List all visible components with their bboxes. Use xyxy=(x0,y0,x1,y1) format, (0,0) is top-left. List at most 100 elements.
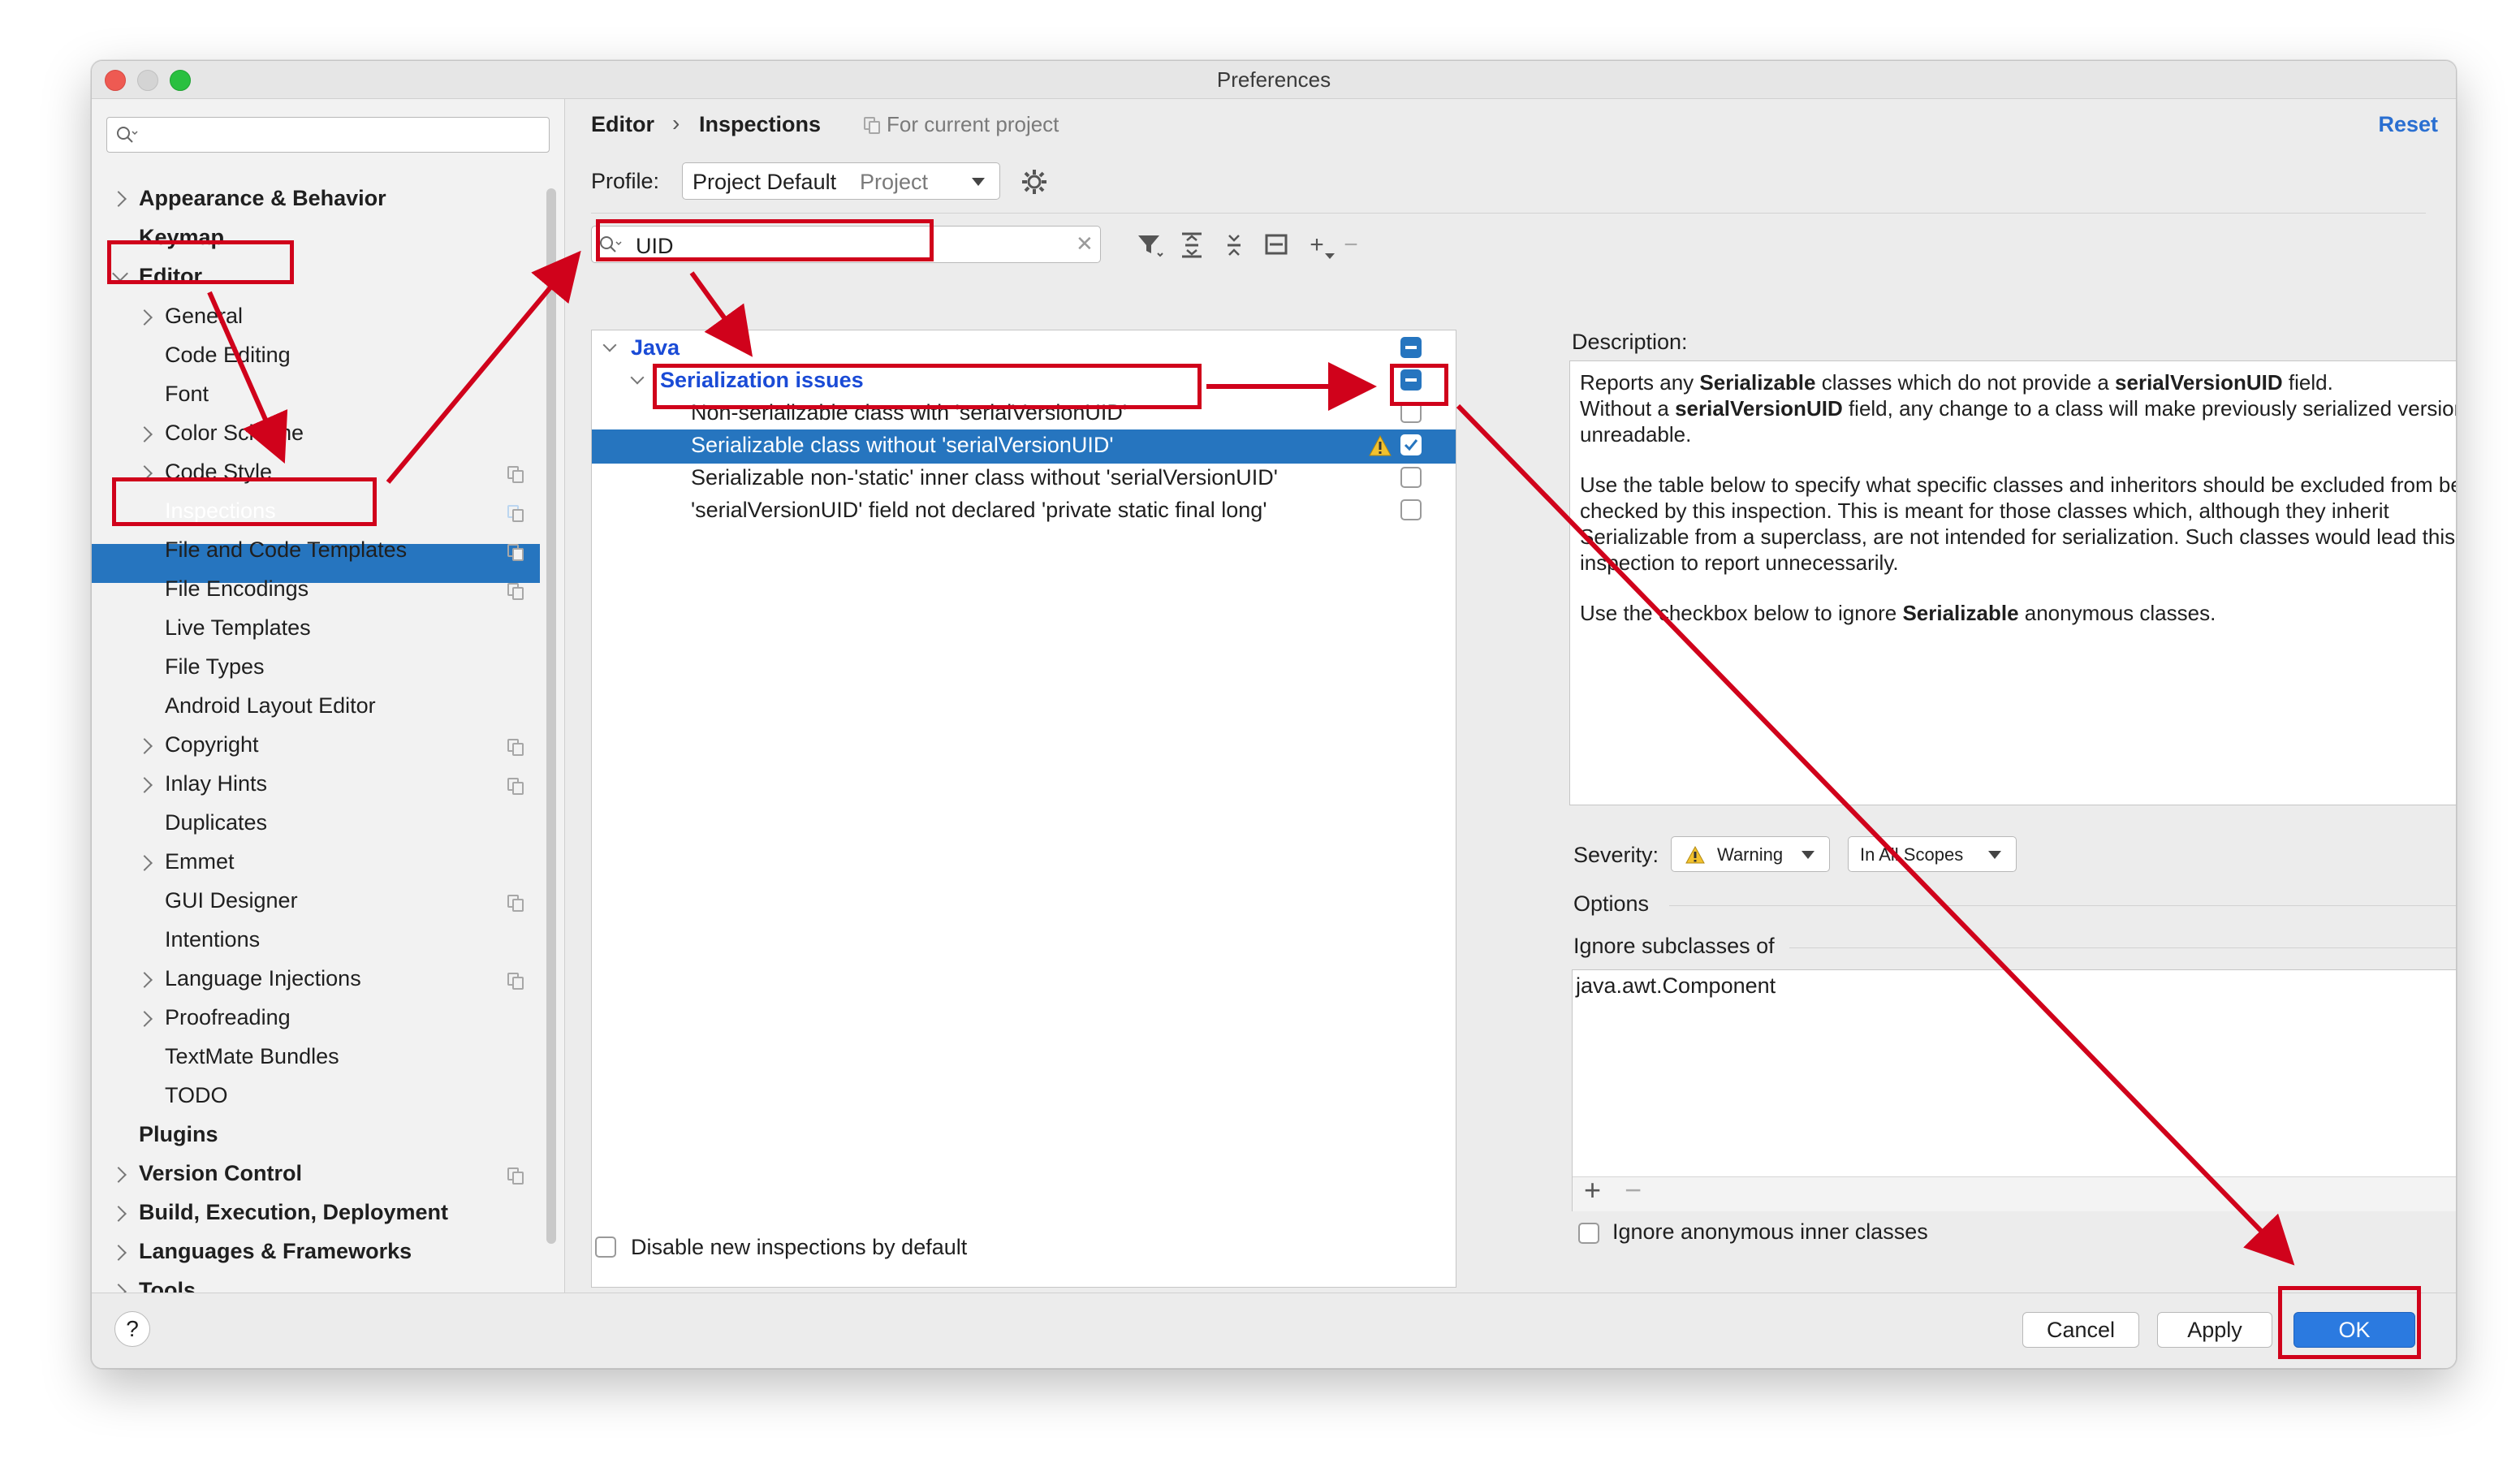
inspection-filter-input[interactable]: UID ✕ xyxy=(591,226,1101,263)
chevron-down-icon[interactable] xyxy=(602,338,617,352)
tree-node-serialization-issues[interactable]: Serialization issues xyxy=(660,368,864,393)
plus-icon[interactable]: + xyxy=(1584,1173,1601,1207)
sidebar-item-intentions[interactable]: Intentions xyxy=(165,921,260,957)
sidebar-item-version-control[interactable]: Version Control xyxy=(139,1155,302,1191)
sidebar-item-proofreading[interactable]: Proofreading xyxy=(165,999,291,1035)
sidebar-item-todo[interactable]: TODO xyxy=(165,1077,228,1113)
list-toolbar xyxy=(1573,1176,2456,1211)
search-icon xyxy=(117,127,138,143)
collapse-all-icon[interactable] xyxy=(1219,229,1249,261)
sidebar-search-input[interactable] xyxy=(106,117,550,153)
inspection-row-selected[interactable]: Serializable class without 'serialVersio… xyxy=(691,433,1114,458)
inspection-checkbox[interactable] xyxy=(1400,499,1422,520)
list-item[interactable]: java.awt.Component xyxy=(1576,973,1776,999)
description-label: Description: xyxy=(1572,330,1688,354)
chevron-right-icon[interactable] xyxy=(136,309,153,326)
sidebar-item-live-templates[interactable]: Live Templates xyxy=(165,610,311,645)
sidebar-item-code-style[interactable]: Code Style xyxy=(165,454,272,490)
chevron-down-icon[interactable] xyxy=(112,265,128,282)
disable-new-label[interactable]: Disable new inspections by default xyxy=(631,1235,967,1260)
sidebar-scrollbar[interactable] xyxy=(546,188,556,1244)
breadcrumb-editor[interactable]: Editor xyxy=(591,112,654,137)
chevron-right-icon[interactable] xyxy=(110,191,127,207)
profile-dropdown[interactable]: Project Default Project xyxy=(682,162,1000,200)
warning-icon xyxy=(1369,434,1392,456)
sidebar-item-inspections[interactable]: Inspections xyxy=(165,493,276,529)
sidebar-item-color-scheme[interactable]: Color Scheme xyxy=(165,415,304,451)
inspection-checkbox[interactable] xyxy=(1400,467,1422,488)
inspection-row[interactable]: Serializable non-'static' inner class wi… xyxy=(691,465,1278,490)
help-icon[interactable]: ? xyxy=(114,1311,150,1347)
copy-icon xyxy=(507,739,524,756)
sidebar-item-textmate-bundles[interactable]: TextMate Bundles xyxy=(165,1038,339,1074)
severity-dropdown[interactable]: Warning xyxy=(1671,836,1830,872)
apply-button[interactable]: Apply xyxy=(2157,1312,2272,1348)
inspection-row[interactable]: Non-serializable class with 'serialVersi… xyxy=(691,400,1127,425)
tree-node-java[interactable]: Java xyxy=(631,335,680,360)
chevron-right-icon[interactable] xyxy=(110,1206,127,1222)
sidebar-item-file-types[interactable]: File Types xyxy=(165,649,265,684)
chevron-right-icon[interactable] xyxy=(136,777,153,793)
sidebar-item-android-layout-editor[interactable]: Android Layout Editor xyxy=(165,688,376,723)
sidebar-item-code-editing[interactable]: Code Editing xyxy=(165,337,291,373)
profile-scope: Project xyxy=(860,170,929,194)
filter-icon[interactable] xyxy=(1133,229,1166,261)
sidebar-item-tools[interactable]: Tools xyxy=(139,1272,196,1293)
chevron-right-icon[interactable] xyxy=(136,426,153,442)
sidebar-item-gui-designer[interactable]: GUI Designer xyxy=(165,883,298,918)
reset-icon[interactable] xyxy=(1262,229,1291,261)
sidebar-item-copyright[interactable]: Copyright xyxy=(165,727,259,762)
disable-new-checkbox[interactable] xyxy=(595,1236,616,1258)
chevron-right-icon[interactable] xyxy=(136,465,153,481)
sidebar-item-emmet[interactable]: Emmet xyxy=(165,844,235,879)
sidebar-item-general[interactable]: General xyxy=(165,298,243,334)
sidebar-item-plugins[interactable]: Plugins xyxy=(139,1116,218,1152)
clear-icon[interactable]: ✕ xyxy=(1076,231,1094,257)
sidebar-item-build-execution-deployment[interactable]: Build, Execution, Deployment xyxy=(139,1194,448,1230)
filter-value: UID xyxy=(636,234,674,258)
serialization-mixed-checkbox[interactable] xyxy=(1400,369,1422,391)
expand-all-icon[interactable] xyxy=(1177,229,1206,261)
inspection-checkbox-checked[interactable] xyxy=(1400,434,1422,455)
warning-icon xyxy=(1685,845,1705,864)
chevron-right-icon[interactable] xyxy=(136,1011,153,1027)
sidebar-item-font[interactable]: Font xyxy=(165,376,209,412)
scope-note: For current project xyxy=(887,112,1059,136)
copy-icon xyxy=(507,583,524,600)
sidebar-item-appearance-behavior[interactable]: Appearance & Behavior xyxy=(139,180,386,216)
cancel-button[interactable]: Cancel xyxy=(2022,1312,2139,1348)
sidebar-item-duplicates[interactable]: Duplicates xyxy=(165,805,267,840)
settings-sidebar: Appearance & Behavior Keymap Editor Gene… xyxy=(92,99,565,1300)
sidebar-item-inlay-hints[interactable]: Inlay Hints xyxy=(165,766,267,801)
severity-value: Warning xyxy=(1717,844,1784,865)
sidebar-item-file-code-templates[interactable]: File and Code Templates xyxy=(165,532,407,568)
minus-icon[interactable]: − xyxy=(1335,229,1367,261)
java-mixed-checkbox[interactable] xyxy=(1400,337,1422,358)
sidebar-item-languages-frameworks[interactable]: Languages & Frameworks xyxy=(139,1233,412,1269)
sidebar-item-language-injections[interactable]: Language Injections xyxy=(165,960,361,996)
inspection-checkbox[interactable] xyxy=(1400,402,1422,423)
ok-button[interactable]: OK xyxy=(2293,1312,2415,1348)
reset-link[interactable]: Reset xyxy=(2378,112,2438,137)
ignore-anonymous-checkbox[interactable] xyxy=(1578,1223,1599,1244)
chevron-right-icon[interactable] xyxy=(110,1167,127,1183)
sidebar-item-editor[interactable]: Editor xyxy=(139,258,202,294)
copy-icon xyxy=(507,895,524,912)
chevron-down-icon[interactable] xyxy=(630,370,645,385)
ignore-subclasses-list: java.awt.Component + − xyxy=(1572,969,2456,1211)
chevron-right-icon[interactable] xyxy=(136,738,153,754)
scope-dropdown[interactable]: In All Scopes xyxy=(1848,836,2017,872)
chevron-down-icon xyxy=(1325,253,1335,259)
description-paragraph: Reports any Serializable classes which d… xyxy=(1580,370,2457,447)
chevron-right-icon[interactable] xyxy=(136,972,153,988)
sidebar-item-keymap[interactable]: Keymap xyxy=(139,219,224,255)
copy-icon xyxy=(507,466,524,483)
chevron-down-icon xyxy=(1802,851,1814,859)
minus-icon[interactable]: − xyxy=(1625,1173,1642,1207)
inspection-row[interactable]: 'serialVersionUID' field not declared 'p… xyxy=(691,498,1266,523)
ignore-anonymous-label[interactable]: Ignore anonymous inner classes xyxy=(1612,1219,1928,1245)
chevron-right-icon[interactable] xyxy=(110,1245,127,1261)
gear-icon[interactable] xyxy=(1020,167,1049,196)
sidebar-item-file-encodings[interactable]: File Encodings xyxy=(165,571,309,606)
chevron-right-icon[interactable] xyxy=(136,855,153,871)
